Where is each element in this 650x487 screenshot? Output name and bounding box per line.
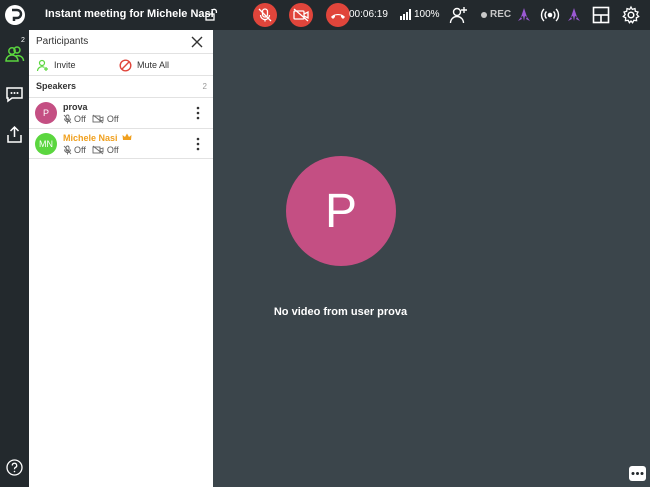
hangup-icon (331, 14, 345, 19)
mute-all-icon (119, 58, 132, 72)
divider (29, 158, 213, 159)
more-options-icon[interactable] (195, 137, 201, 151)
participants-count-badge: 2 (21, 37, 25, 44)
invite-button[interactable]: Invite (36, 58, 76, 72)
add-person-icon[interactable] (448, 5, 468, 25)
gear-icon[interactable] (621, 5, 641, 25)
battery-level: 100% (414, 9, 440, 20)
camera-off-icon (92, 114, 104, 124)
avatar: MN (35, 133, 57, 155)
mic-off-icon (63, 114, 72, 124)
divider (29, 75, 213, 76)
participant-name: Michele Nasi (63, 133, 132, 143)
participant-row[interactable]: MN Michele Nasi Off Off (29, 129, 213, 159)
camera-off-icon (92, 145, 104, 155)
participant-status: Off Off (63, 145, 119, 155)
ellipsis-icon (631, 472, 644, 475)
mic-muted-icon (258, 8, 272, 22)
purple-rocket-icon[interactable] (514, 5, 534, 25)
video-stage[interactable]: P No video from user prova (213, 30, 650, 487)
speakers-section-title: Speakers (36, 81, 77, 91)
more-actions-button[interactable] (629, 466, 646, 481)
rec-dot (481, 12, 487, 18)
broadcast-icon[interactable] (540, 5, 560, 25)
participants-panel: Participants Invite Mute All Speakers 2 … (29, 30, 213, 487)
participant-row[interactable]: P prova Off Off (29, 98, 213, 128)
camera-off-icon (293, 8, 309, 22)
mute-all-button[interactable]: Mute All (119, 58, 169, 72)
unlock-icon[interactable] (204, 8, 218, 22)
record-button[interactable]: REC (490, 9, 511, 20)
mic-off-icon (63, 145, 72, 155)
participant-name: prova (63, 102, 88, 112)
camera-status: Off (106, 114, 119, 124)
participant-status: Off Off (63, 114, 119, 124)
mute-mic-button[interactable] (253, 3, 277, 27)
crown-icon (122, 133, 132, 140)
speakers-count: 2 (202, 82, 207, 91)
purple-rocket-icon[interactable] (564, 5, 584, 25)
close-icon[interactable] (191, 36, 203, 48)
mute-all-label: Mute All (137, 60, 170, 70)
toggle-camera-button[interactable] (289, 3, 313, 27)
meeting-title: Instant meeting for Michele Nasi (45, 8, 214, 20)
layout-icon[interactable] (591, 5, 611, 25)
mic-status: Off (74, 145, 86, 155)
large-avatar: P (286, 156, 396, 266)
chat-icon[interactable] (4, 84, 25, 105)
invite-label: Invite (54, 60, 76, 70)
mic-status: Off (74, 114, 86, 124)
signal-icon[interactable] (400, 9, 412, 20)
meeting-timer: 00:06:19 (349, 9, 388, 20)
invite-icon (36, 59, 48, 71)
help-icon[interactable] (6, 459, 23, 476)
panel-title: Participants (36, 36, 89, 47)
no-video-message: No video from user prova (273, 306, 408, 318)
avatar: P (35, 102, 57, 124)
participant-name-text: Michele Nasi (63, 133, 118, 143)
camera-status: Off (106, 145, 119, 155)
top-bar: Instant meeting for Michele Nasi 00:06:1… (0, 0, 650, 30)
participants-icon[interactable] (4, 43, 25, 64)
divider (29, 53, 213, 54)
hangup-button[interactable] (326, 3, 350, 27)
share-icon[interactable] (4, 124, 25, 145)
jitsi-logo-icon (5, 5, 25, 25)
left-sidebar: 2 (0, 30, 29, 487)
more-options-icon[interactable] (195, 106, 201, 120)
